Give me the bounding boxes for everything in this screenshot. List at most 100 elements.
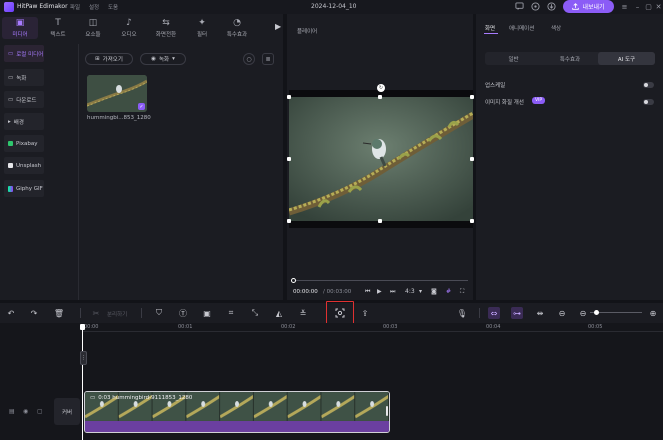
tab-animation[interactable]: 애니메이션 bbox=[509, 24, 534, 32]
video-clip[interactable]: ▭ 0:03 hummingbird-9111853_1280 bbox=[84, 391, 390, 433]
tabs-scroll-right-icon[interactable]: ▶ bbox=[275, 22, 281, 31]
track-visibility-icon[interactable]: ▤ bbox=[9, 408, 15, 415]
menu-help[interactable]: 도움 bbox=[108, 3, 118, 11]
sidebar-item-background[interactable]: ▸ 배경 bbox=[4, 113, 44, 130]
tab-text[interactable]: T 텍스트 bbox=[40, 17, 76, 39]
microphone-icon[interactable]: 🎙 bbox=[456, 307, 468, 319]
crop-icon[interactable]: ⌗ bbox=[225, 307, 237, 319]
tab-screen[interactable]: 화면 bbox=[485, 24, 495, 32]
mirror-icon[interactable]: ◭ bbox=[273, 307, 285, 319]
next-frame-icon[interactable]: ⏭ bbox=[390, 288, 395, 296]
download-icon[interactable] bbox=[546, 1, 557, 12]
tab-media-label: 미디어 bbox=[12, 31, 28, 38]
menu-hamburger-icon[interactable]: ≡ bbox=[619, 1, 630, 12]
video-frame[interactable] bbox=[289, 97, 473, 221]
resize-icon[interactable]: ⤡ bbox=[249, 307, 261, 319]
adjust-icon[interactable]: ≚ bbox=[297, 307, 309, 319]
sidebar-item-unsplash[interactable]: Unsplash bbox=[4, 157, 44, 174]
play-icon[interactable]: ▶ bbox=[377, 288, 382, 295]
redo-icon[interactable]: ↷ bbox=[28, 307, 40, 319]
split-view-icon[interactable]: ⇹ bbox=[534, 307, 546, 319]
subtab-ai-tools[interactable]: AI 도구 bbox=[598, 52, 655, 65]
feedback-icon[interactable] bbox=[514, 1, 525, 12]
resize-handle[interactable] bbox=[287, 157, 291, 161]
record-icon: ▭ bbox=[8, 74, 14, 81]
app-name: HitPaw Edimakor bbox=[17, 3, 68, 10]
tab-text-label: 텍스트 bbox=[50, 31, 66, 38]
playhead-handle[interactable] bbox=[80, 324, 85, 330]
aspect-ratio-dropdown[interactable]: 4:3 bbox=[405, 288, 415, 295]
tick-label: 00:02 bbox=[281, 324, 296, 330]
zoom-knob[interactable] bbox=[594, 310, 599, 315]
prev-frame-icon[interactable]: ⏮ bbox=[365, 288, 370, 296]
image-enhance-toggle[interactable] bbox=[643, 99, 654, 105]
marker-icon[interactable]: ⛉ bbox=[153, 307, 165, 319]
export-button[interactable]: 내보내기 bbox=[563, 0, 614, 13]
subtab-general[interactable]: 일반 bbox=[485, 52, 542, 65]
sidebar-item-record[interactable]: ▭ 녹화 bbox=[4, 69, 44, 86]
undo-icon[interactable]: ↶ bbox=[5, 307, 17, 319]
tab-transition[interactable]: ⇆ 화면전환 bbox=[148, 17, 184, 39]
list-view-icon[interactable]: ≣ bbox=[262, 53, 274, 65]
tab-effects[interactable]: ◔ 특수효과 bbox=[219, 17, 255, 39]
snap-icon[interactable]: ⊶ bbox=[511, 307, 523, 319]
rotate-icon[interactable]: ↻ bbox=[377, 84, 385, 92]
thumbnail-label: hummingbi...853_1280 bbox=[87, 115, 151, 121]
resize-handle[interactable] bbox=[470, 157, 474, 161]
sidebar-item-giphy[interactable]: Giphy GIF bbox=[4, 180, 44, 197]
subtab-effects[interactable]: 특수효과 bbox=[542, 52, 598, 65]
chevron-down-icon[interactable]: ▾ bbox=[419, 288, 422, 295]
resize-handle[interactable] bbox=[287, 219, 291, 223]
menu-file[interactable]: 파일 bbox=[70, 3, 80, 11]
notification-icon[interactable] bbox=[530, 1, 541, 12]
download-folder-icon: ▭ bbox=[8, 96, 14, 103]
tab-color[interactable]: 색상 bbox=[551, 24, 561, 32]
tab-audio-label: 오디오 bbox=[121, 31, 137, 38]
tab-elements[interactable]: ◫ 요소들 bbox=[75, 17, 111, 39]
zoom-in-icon[interactable]: ⊕ bbox=[647, 307, 659, 319]
clip-trim-handle[interactable] bbox=[386, 406, 388, 416]
cover-button[interactable]: 커버 bbox=[54, 398, 80, 425]
resize-handle[interactable] bbox=[378, 95, 382, 99]
fit-icon[interactable]: ⊖ bbox=[556, 307, 568, 319]
import-button[interactable]: ⊞ 가져오기 bbox=[85, 53, 133, 65]
link-icon[interactable]: ⇔ bbox=[488, 307, 500, 319]
menu-settings[interactable]: 설정 bbox=[89, 3, 99, 11]
split-icon[interactable]: ✂ bbox=[90, 307, 102, 319]
sidebar-item-label: 녹화 bbox=[16, 75, 27, 82]
fullscreen-icon[interactable]: ⛶ bbox=[460, 288, 464, 296]
upscale-toggle[interactable] bbox=[643, 82, 654, 88]
playhead-grip-icon[interactable]: ⋮ bbox=[80, 351, 87, 365]
time-ruler[interactable] bbox=[82, 323, 663, 332]
tab-filter[interactable]: ✦ 필터 bbox=[184, 17, 220, 39]
tab-audio[interactable]: ♪ 오디오 bbox=[111, 17, 147, 39]
grid-icon[interactable]: # bbox=[446, 288, 451, 295]
resize-handle[interactable] bbox=[470, 95, 474, 99]
sidebar-item-local-media[interactable]: ▭ 로컬 미디어 bbox=[4, 45, 44, 62]
search-icon[interactable]: ○ bbox=[243, 53, 255, 65]
track-mute-icon[interactable]: ◉ bbox=[23, 408, 28, 415]
sidebar-item-download[interactable]: ▭ 다운로드 bbox=[4, 91, 44, 108]
zoom-out-icon[interactable]: ⊖ bbox=[577, 307, 589, 319]
resize-handle[interactable] bbox=[378, 219, 382, 223]
record-label: 녹화 bbox=[158, 57, 170, 63]
progress-track[interactable] bbox=[292, 280, 468, 281]
progress-knob[interactable] bbox=[291, 278, 296, 283]
subtitle-icon[interactable]: ▣ bbox=[201, 307, 213, 319]
record-dropdown[interactable]: ◉ 녹화 ▾ bbox=[140, 53, 186, 65]
minimize-icon[interactable]: – bbox=[632, 1, 643, 12]
resize-handle[interactable] bbox=[287, 95, 291, 99]
tab-transition-label: 화면전환 bbox=[155, 31, 177, 38]
close-icon[interactable]: ✕ bbox=[653, 1, 663, 12]
media-thumbnail[interactable]: ✓ bbox=[87, 75, 147, 112]
resize-handle[interactable] bbox=[470, 219, 474, 223]
track-lock-icon[interactable]: ▢ bbox=[37, 408, 43, 415]
sidebar-item-pixabay[interactable]: Pixabay bbox=[4, 135, 44, 152]
playhead[interactable] bbox=[82, 325, 83, 440]
snapshot-icon[interactable]: ◙ bbox=[431, 288, 437, 295]
text-tool-icon[interactable]: Ⓣ bbox=[177, 307, 189, 319]
delete-icon[interactable]: 🗑 bbox=[53, 307, 65, 319]
tab-filter-label: 필터 bbox=[196, 31, 208, 38]
tab-media[interactable]: ▣ 미디어 bbox=[2, 17, 38, 39]
export-clip-icon[interactable]: ⇪ bbox=[359, 307, 371, 319]
